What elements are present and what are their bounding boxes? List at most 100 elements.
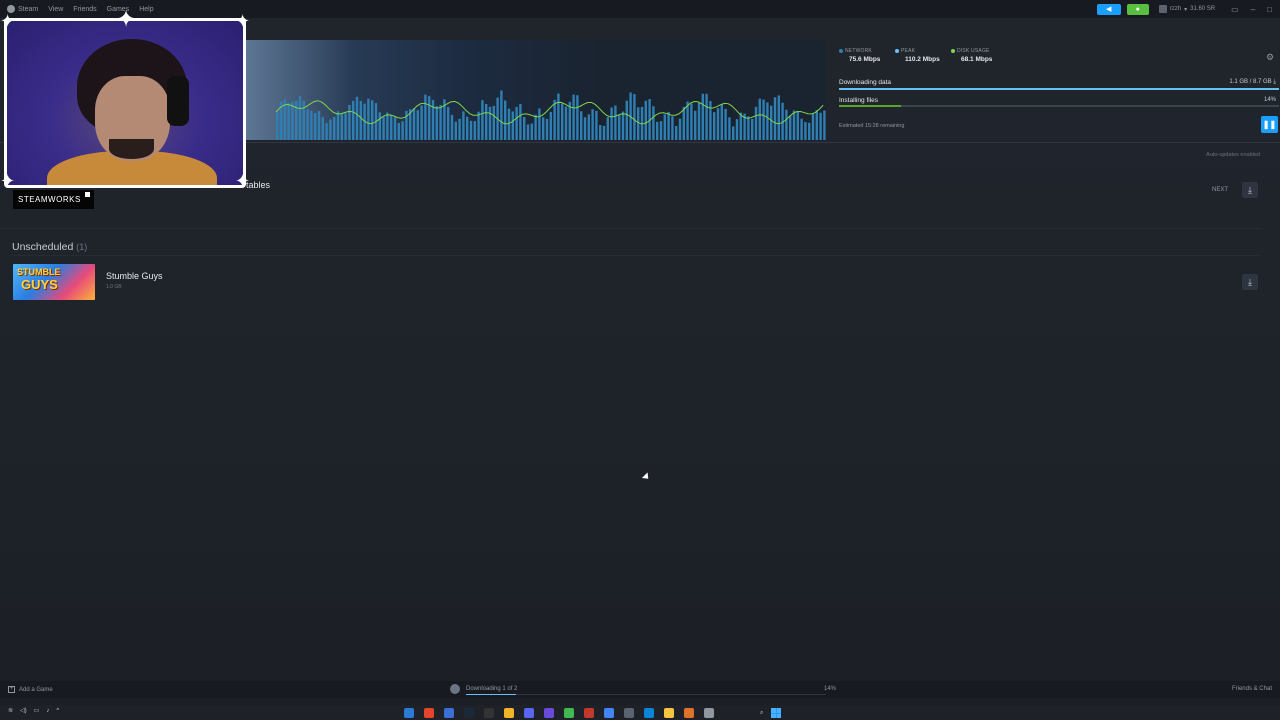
app-icon[interactable] bbox=[544, 708, 554, 718]
app-icon[interactable] bbox=[584, 708, 594, 718]
bandwidth-bar bbox=[686, 101, 689, 140]
bandwidth-bar bbox=[587, 114, 590, 140]
menu-view[interactable]: View bbox=[48, 6, 63, 13]
edge-icon[interactable] bbox=[644, 708, 654, 718]
chevron-up-icon[interactable]: ^ bbox=[56, 708, 59, 714]
menu-steam[interactable]: Steam bbox=[18, 6, 38, 13]
maximize-icon[interactable]: □ bbox=[1267, 5, 1272, 14]
bandwidth-bar bbox=[462, 111, 465, 140]
bandwidth-bar bbox=[808, 122, 811, 140]
chrome-icon[interactable] bbox=[604, 708, 614, 718]
friends-chat-button[interactable]: Friends & Chat bbox=[1232, 686, 1272, 692]
up-next-download-button[interactable]: ⤓ bbox=[1242, 182, 1258, 198]
bandwidth-bar bbox=[701, 93, 704, 140]
menu-help[interactable]: Help bbox=[139, 6, 153, 13]
bandwidth-bar bbox=[709, 101, 712, 140]
section-divider bbox=[0, 228, 1262, 229]
store-icon[interactable] bbox=[624, 708, 634, 718]
status-percent: 14% bbox=[824, 686, 837, 692]
gear-icon[interactable]: ⚙ bbox=[1266, 52, 1276, 62]
terminal-icon[interactable] bbox=[484, 708, 494, 718]
bandwidth-bar bbox=[754, 106, 758, 140]
bandwidth-bar bbox=[314, 112, 317, 140]
bandwidth-bar bbox=[481, 100, 484, 140]
unscheduled-header: Unscheduled (1) bbox=[12, 241, 88, 253]
bandwidth-bar bbox=[401, 121, 404, 140]
bandwidth-bar bbox=[690, 103, 693, 140]
bandwidth-bar bbox=[724, 108, 727, 140]
window-view-icon[interactable]: ▭ bbox=[1231, 5, 1239, 14]
bandwidth-bar bbox=[796, 111, 799, 140]
minimize-icon[interactable]: – bbox=[1251, 5, 1255, 14]
bandwidth-bar bbox=[488, 106, 492, 140]
speaker-icon[interactable]: ◁) bbox=[20, 707, 27, 714]
network-value: 75.6 Mbps bbox=[849, 56, 881, 63]
windows-start-icon[interactable] bbox=[771, 708, 782, 718]
bandwidth-bar bbox=[804, 121, 807, 140]
brave-icon[interactable] bbox=[424, 708, 434, 718]
game-thumbnail[interactable]: STUMBLE GUYS bbox=[13, 264, 95, 300]
display-icon[interactable]: ▭ bbox=[34, 707, 40, 714]
auto-updates-status[interactable]: Auto-updates enabled bbox=[1206, 152, 1260, 158]
game-download-button[interactable]: ⤓ bbox=[1242, 274, 1258, 290]
account-name: rzzh bbox=[1169, 6, 1182, 12]
search-icon[interactable]: ⌕ bbox=[760, 710, 763, 717]
bandwidth-bar bbox=[580, 111, 583, 140]
bandwidth-bar bbox=[595, 110, 598, 140]
broadcast-button[interactable]: ◀ bbox=[1096, 3, 1121, 15]
bandwidth-bar bbox=[675, 126, 678, 140]
app-icon[interactable] bbox=[504, 708, 514, 718]
bandwidth-bar bbox=[469, 120, 473, 140]
peak-value: 110.2 Mbps bbox=[905, 56, 940, 63]
bandwidth-bar bbox=[610, 107, 613, 140]
peak-stat: PEAK 110.2 Mbps bbox=[895, 48, 940, 63]
bandwidth-bar bbox=[785, 109, 788, 140]
folder-icon[interactable] bbox=[664, 708, 674, 718]
app-icon[interactable] bbox=[704, 708, 714, 718]
discord-icon[interactable] bbox=[524, 708, 534, 718]
bandwidth-bar bbox=[287, 102, 290, 140]
bandwidth-bar bbox=[735, 119, 739, 140]
add-game-button[interactable]: + Add a Game bbox=[8, 686, 53, 693]
play-icon[interactable] bbox=[564, 708, 574, 718]
app-icon[interactable] bbox=[444, 708, 454, 718]
mouse-cursor bbox=[641, 472, 652, 482]
game-icon bbox=[450, 684, 460, 694]
bandwidth-bar bbox=[412, 108, 416, 140]
bandwidth-bar bbox=[583, 117, 587, 140]
downloading-label: Downloading data bbox=[839, 79, 892, 86]
bandwidth-bar bbox=[792, 110, 796, 140]
bandwidth-bar bbox=[766, 102, 769, 140]
bandwidth-bar bbox=[428, 96, 431, 140]
bandwidth-bar bbox=[298, 95, 302, 140]
sparkle-icon: ✦ bbox=[235, 11, 251, 31]
bandwidth-bar bbox=[439, 105, 442, 140]
downloading-progress bbox=[839, 88, 1279, 90]
sparkle-icon: ✦ bbox=[235, 171, 251, 191]
bandwidth-bar bbox=[397, 122, 400, 140]
game-title[interactable]: Stumble Guys bbox=[106, 271, 163, 281]
steam-icon[interactable] bbox=[464, 708, 474, 718]
app-icon[interactable] bbox=[684, 708, 694, 718]
bandwidth-bar bbox=[276, 112, 279, 140]
wifi-icon[interactable]: ≋ bbox=[8, 707, 13, 714]
bandwidth-bar bbox=[519, 103, 522, 140]
bandwidth-chart bbox=[275, 90, 826, 140]
bandwidth-bar bbox=[431, 100, 435, 140]
bandwidth-bar bbox=[789, 115, 792, 140]
bandwidth-bar bbox=[614, 105, 617, 140]
download-status[interactable]: Downloading 1 of 2 bbox=[450, 684, 517, 694]
pause-button[interactable]: ❚❚ bbox=[1261, 116, 1278, 133]
telegram-icon[interactable] bbox=[404, 708, 414, 718]
bandwidth-bar bbox=[542, 117, 545, 140]
menu-friends[interactable]: Friends bbox=[73, 6, 96, 13]
notifications-button[interactable]: ● bbox=[1126, 3, 1149, 15]
bandwidth-bar bbox=[344, 113, 347, 140]
bandwidth-bar bbox=[625, 100, 628, 140]
bandwidth-bar bbox=[302, 100, 305, 140]
mic-icon[interactable]: ♪ bbox=[46, 708, 49, 714]
bandwidth-bar bbox=[367, 98, 370, 140]
time-remaining: Estimated 15:28 remaining bbox=[839, 123, 905, 129]
account-menu[interactable]: rzzh ▾ 31.60 SR bbox=[1158, 5, 1215, 13]
sparkle-icon: ✦ bbox=[0, 171, 16, 191]
